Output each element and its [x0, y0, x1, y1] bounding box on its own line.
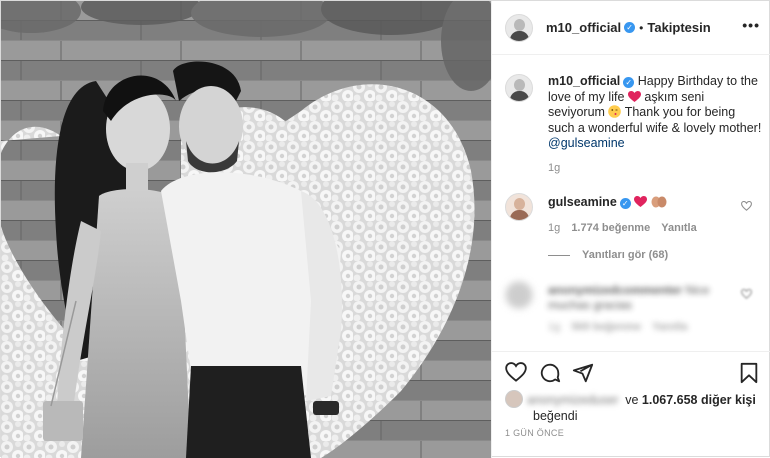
comment-meta: 1g 1.774 beğenme Yanıtla: [548, 222, 697, 234]
likes-liked-label: beğendi: [533, 409, 578, 423]
caption-text: m10_official ✓ Happy Birthday to the love…: [548, 74, 762, 176]
share-icon[interactable]: [572, 362, 594, 384]
replies-line: [548, 254, 570, 256]
likes-count-link[interactable]: 1.067.658 diğer kişi: [642, 393, 756, 407]
view-replies-button[interactable]: Yanıtları gör (68): [548, 249, 668, 261]
caption-mention-link[interactable]: @gulseamine: [548, 136, 625, 150]
caption-username[interactable]: m10_official: [548, 74, 620, 88]
red-heart-emoji-icon: [627, 90, 641, 102]
commenter-username[interactable]: gulseamine: [548, 195, 617, 209]
likes-and: ve: [625, 393, 639, 407]
comment-meta: 1g 569 beğenme Yanıtla: [548, 321, 688, 333]
comment-time: 1g: [548, 321, 561, 333]
instagram-post: m10_official ✓ • Takiptesin ••• m10_offi…: [0, 0, 770, 458]
verified-badge-icon: ✓: [619, 198, 631, 209]
comment-text: anonymizedcommenter Nice muchas gracias: [548, 283, 738, 313]
post-actions: anonymizeduser ve 1.067.658 diğer kişi b…: [492, 351, 770, 458]
verified-badge-icon: ✓: [624, 22, 636, 33]
post-timestamp[interactable]: 1 GÜN ÖNCE: [505, 428, 564, 438]
comment-like-heart-icon[interactable]: [741, 289, 752, 299]
commenter-avatar[interactable]: [505, 193, 533, 221]
commenter-username[interactable]: anonymizedcommenter: [548, 283, 682, 297]
author-username[interactable]: m10_official: [546, 20, 621, 35]
verified-badge-icon: ✓: [623, 77, 635, 88]
caption-time: 1g: [548, 161, 561, 174]
reply-button[interactable]: Yanıtla: [652, 321, 687, 333]
red-heart-emoji-icon: [634, 196, 648, 207]
bookmark-icon[interactable]: [739, 362, 759, 384]
follow-status-button[interactable]: Takiptesin: [647, 20, 710, 35]
author-avatar[interactable]: [505, 13, 533, 42]
comment-icon[interactable]: [539, 362, 561, 384]
more-options-icon[interactable]: •••: [742, 17, 760, 33]
post-header: m10_official ✓ • Takiptesin •••: [492, 1, 770, 55]
hands-emoji-icon: [651, 196, 667, 208]
liker-avatar[interactable]: [505, 390, 523, 408]
comment-text: gulseamine ✓: [548, 195, 667, 209]
likes-summary: anonymizeduser ve 1.067.658 diğer kişi b…: [505, 390, 765, 424]
view-replies-label: Yanıtları gör (68): [582, 249, 669, 261]
reply-button[interactable]: Yanıtla: [661, 222, 696, 234]
kiss-face-emoji-icon: [608, 105, 622, 118]
woman-figure: [43, 75, 191, 458]
commenter-avatar[interactable]: [505, 281, 533, 309]
post-photo[interactable]: [1, 1, 491, 458]
caption-author-avatar[interactable]: [505, 74, 533, 102]
comment-like-heart-icon[interactable]: [741, 201, 752, 211]
liker-username[interactable]: anonymizeduser: [527, 392, 619, 408]
separator-dot: •: [639, 20, 644, 35]
comment-likes[interactable]: 1.774 beğenme: [571, 222, 650, 234]
comment-likes[interactable]: 569 beğenme: [571, 321, 641, 333]
comment-time: 1g: [548, 222, 561, 234]
post-sidebar: m10_official ✓ • Takiptesin ••• m10_offi…: [491, 1, 770, 458]
heart-icon[interactable]: [505, 362, 527, 382]
post-image: [1, 1, 491, 458]
